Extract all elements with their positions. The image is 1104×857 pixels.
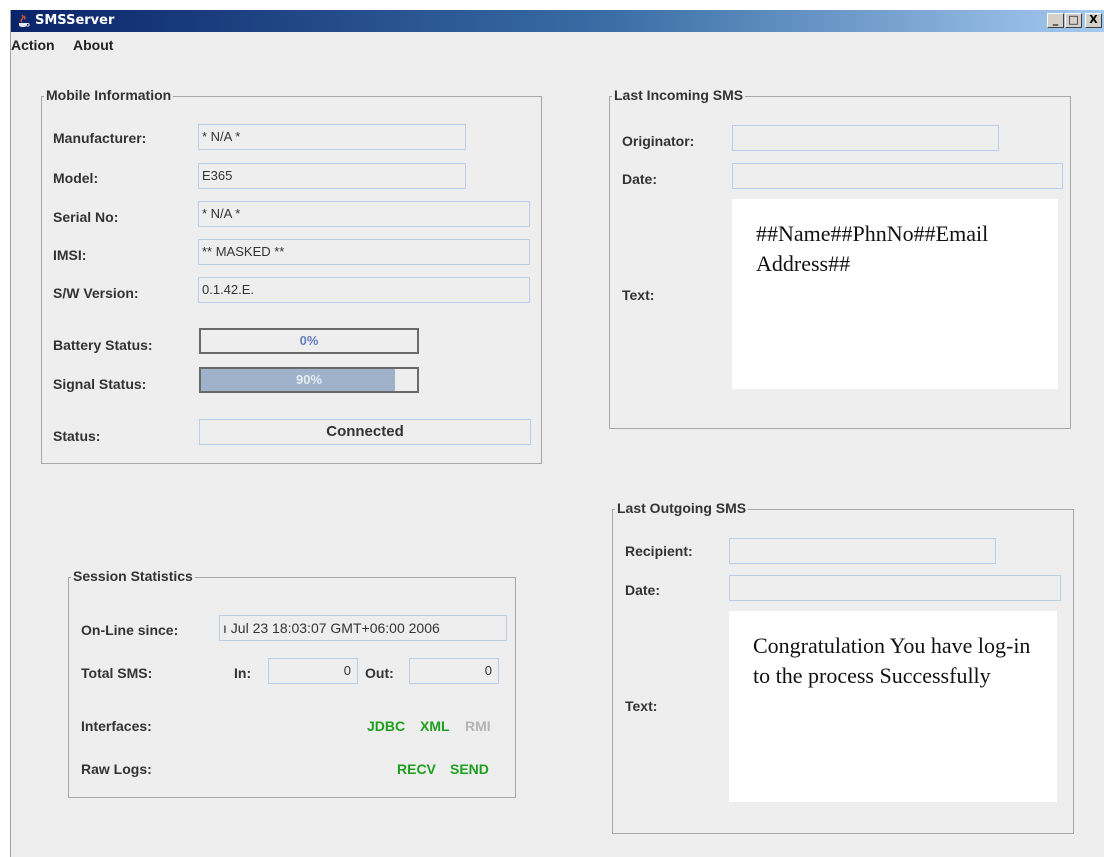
outgoing-date-field <box>729 575 1061 601</box>
menu-bar: Action About <box>11 32 1104 58</box>
model-field: E365 <box>198 163 466 189</box>
last-incoming-sms-title: Last Incoming SMS <box>612 87 746 103</box>
recipient-field <box>729 538 996 564</box>
online-since-label: On-Line since: <box>81 622 179 638</box>
serial-no-field: * N/A * <box>198 201 530 227</box>
rawlog-recv: RECV <box>397 761 436 777</box>
interface-jdbc: JDBC <box>367 718 406 734</box>
smsserver-window: SMSServer _ □ X Action About Mobile Info… <box>10 10 1104 857</box>
battery-progress-bar: 0% <box>199 328 419 354</box>
title-bar[interactable]: SMSServer _ □ X <box>11 10 1104 32</box>
originator-label: Originator: <box>622 133 695 149</box>
last-outgoing-sms-group: Last Outgoing SMS Recipient: Date: Text:… <box>612 500 1074 834</box>
menu-about[interactable]: About <box>73 37 113 53</box>
sw-version-field: 0.1.42.E. <box>198 277 530 303</box>
menu-action[interactable]: Action <box>11 37 55 53</box>
signal-progress-bar: 90% <box>199 367 419 393</box>
incoming-date-field <box>732 163 1063 189</box>
signal-status-label: Signal Status: <box>53 376 147 392</box>
signal-percent: 90% <box>295 372 323 387</box>
out-count-field: 0 <box>409 658 499 684</box>
outgoing-text-label: Text: <box>625 698 658 714</box>
model-label: Model: <box>53 170 99 186</box>
originator-field <box>732 125 999 151</box>
total-sms-label: Total SMS: <box>81 665 153 681</box>
last-incoming-sms-group: Last Incoming SMS Originator: Date: Text… <box>609 87 1071 429</box>
outgoing-date-label: Date: <box>625 582 661 598</box>
incoming-date-label: Date: <box>622 171 658 187</box>
connection-status-field: Connected <box>199 419 531 445</box>
imsi-field: ** MASKED ** <box>198 239 530 265</box>
rawlog-send: SEND <box>450 761 489 777</box>
session-statistics-group: Session Statistics On-Line since: ı Jul … <box>68 568 516 798</box>
close-button[interactable]: X <box>1085 13 1102 28</box>
recipient-label: Recipient: <box>625 543 693 559</box>
imsi-label: IMSI: <box>53 247 87 263</box>
mobile-information-title: Mobile Information <box>44 87 174 103</box>
interface-rmi: RMI <box>465 718 491 734</box>
session-statistics-title: Session Statistics <box>71 568 195 584</box>
incoming-text-label: Text: <box>622 287 655 303</box>
maximize-button[interactable]: □ <box>1065 13 1082 28</box>
in-label: In: <box>234 665 252 681</box>
online-since-field: ı Jul 23 18:03:07 GMT+06:00 2006 <box>219 615 507 641</box>
sw-version-label: S/W Version: <box>53 285 139 301</box>
out-label: Out: <box>365 665 394 681</box>
interface-xml: XML <box>420 718 450 734</box>
manufacturer-field: * N/A * <box>198 124 466 150</box>
battery-status-label: Battery Status: <box>53 337 153 353</box>
in-count-field: 0 <box>268 658 358 684</box>
manufacturer-label: Manufacturer: <box>53 130 147 146</box>
minimize-button[interactable]: _ <box>1047 13 1064 28</box>
raw-logs-label: Raw Logs: <box>81 761 152 777</box>
java-cup-icon <box>19 14 30 27</box>
mobile-information-group: Mobile Information Manufacturer: * N/A *… <box>41 87 542 464</box>
interfaces-label: Interfaces: <box>81 718 152 734</box>
last-outgoing-sms-title: Last Outgoing SMS <box>615 500 749 516</box>
battery-percent: 0% <box>299 333 319 348</box>
incoming-text-area: ##Name##PhnNo##Email Address## <box>732 199 1058 389</box>
status-label: Status: <box>53 428 101 444</box>
outgoing-text-area: Congratulation You have log-in to the pr… <box>729 611 1057 802</box>
window-title: SMSServer <box>35 13 115 28</box>
serial-no-label: Serial No: <box>53 209 119 225</box>
